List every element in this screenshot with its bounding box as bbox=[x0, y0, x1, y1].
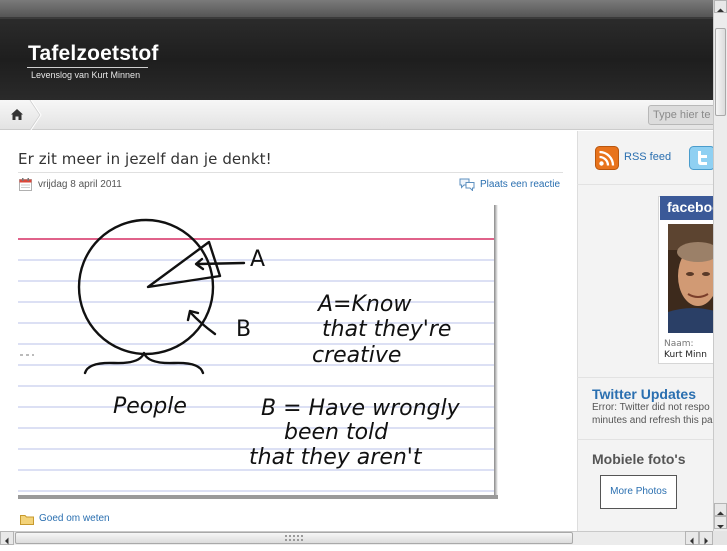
facebook-logo-text: faceboo bbox=[667, 199, 713, 215]
drawing-people: People bbox=[113, 394, 187, 419]
folder-icon bbox=[20, 515, 34, 525]
scroll-left-button[interactable] bbox=[0, 531, 14, 545]
twitter-error-line1: Error: Twitter did not respo bbox=[592, 402, 710, 413]
post-title[interactable]: Er zit meer in jezelf dan je denkt! bbox=[18, 150, 272, 168]
facebook-name-label: Naam: bbox=[664, 339, 694, 349]
mobile-photos-heading: Mobiele foto's bbox=[592, 451, 686, 467]
rss-feed-link[interactable]: RSS feed bbox=[624, 151, 671, 163]
header-top-strip bbox=[0, 0, 713, 18]
twitter-updates-heading: Twitter Updates bbox=[592, 386, 696, 402]
drawing-label-a: A bbox=[250, 247, 265, 272]
drawing-b-line1: B = Have wrongly bbox=[261, 396, 461, 421]
arrow-up-icon bbox=[717, 8, 724, 12]
arrow-left-icon bbox=[5, 537, 9, 545]
more-photos-button[interactable]: More Photos bbox=[600, 475, 677, 509]
scrollbar-corner bbox=[713, 531, 727, 545]
scroll-right-button[interactable] bbox=[699, 531, 713, 545]
post-divider bbox=[18, 172, 563, 173]
category-link[interactable]: Goed om weten bbox=[39, 513, 110, 524]
sidebar-divider bbox=[577, 377, 713, 378]
drawing-a-line1: A=Know bbox=[316, 292, 412, 317]
comment-icon bbox=[459, 178, 475, 191]
nav-divider bbox=[29, 100, 42, 130]
site-tagline: Levenslog van Kurt Minnen bbox=[31, 70, 141, 80]
post-date: vrijdag 8 april 2011 bbox=[38, 179, 122, 190]
horizontal-scroll-thumb[interactable] bbox=[15, 532, 573, 544]
twitter-error-line2: minutes and refresh this pa bbox=[592, 415, 713, 426]
site-title[interactable]: Tafelzoetstof bbox=[28, 42, 159, 66]
drawing-label-b: B bbox=[236, 317, 251, 342]
post-image-index-card: A B People A=Know that they're creative … bbox=[18, 203, 498, 499]
drawing-a-line2: that they're bbox=[322, 317, 451, 342]
scroll-up-button-lower[interactable] bbox=[714, 503, 727, 516]
search-input[interactable] bbox=[648, 105, 713, 125]
twitter-icon[interactable] bbox=[689, 146, 713, 170]
sidebar-divider bbox=[577, 439, 713, 440]
scroll-left-button-right[interactable] bbox=[685, 531, 699, 545]
add-comment-link[interactable]: Plaats een reactie bbox=[480, 179, 560, 190]
scroll-down-button[interactable] bbox=[714, 516, 727, 529]
drawing-a-line3: creative bbox=[312, 343, 401, 368]
scroll-up-button[interactable] bbox=[714, 0, 727, 13]
home-icon bbox=[11, 109, 23, 120]
drawing-b-line3: that they aren't bbox=[249, 445, 423, 470]
title-underline bbox=[27, 67, 148, 68]
vertical-scroll-thumb[interactable] bbox=[715, 28, 726, 116]
arrow-left-icon bbox=[690, 537, 694, 545]
grip-icon bbox=[285, 535, 303, 541]
sidebar-divider bbox=[577, 184, 713, 185]
arrow-right-icon bbox=[704, 537, 708, 545]
rss-icon[interactable] bbox=[595, 146, 619, 170]
browser-viewport: Tafelzoetstof Levenslog van Kurt Minnen … bbox=[0, 0, 713, 531]
profile-photo[interactable] bbox=[668, 224, 713, 333]
calendar-icon bbox=[19, 178, 32, 191]
nav-bar bbox=[0, 100, 713, 130]
facebook-name-value[interactable]: Kurt Minn bbox=[664, 350, 707, 360]
drawing-b-line2: been told bbox=[284, 420, 389, 445]
